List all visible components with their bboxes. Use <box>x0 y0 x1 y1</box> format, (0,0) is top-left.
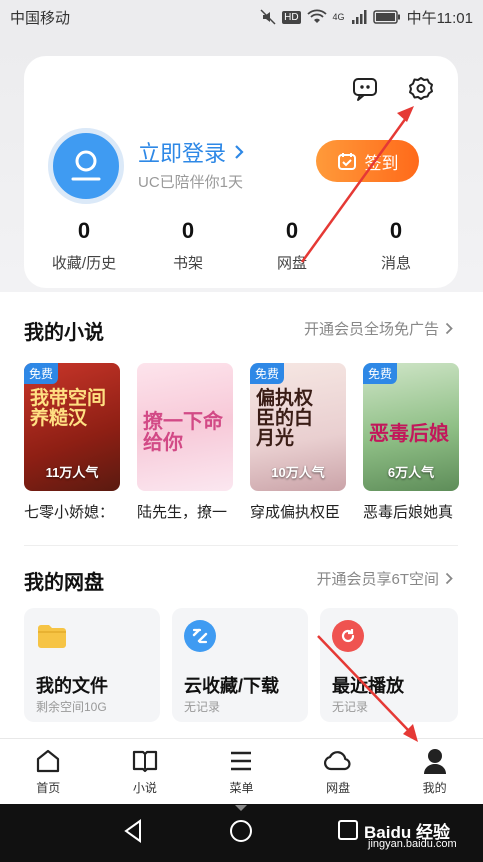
carrier-label: 中国移动 <box>10 9 71 27</box>
book-title: 陆先生，撩一 <box>137 504 228 521</box>
avatar[interactable] <box>48 128 124 204</box>
free-badge: 免费 <box>24 363 59 384</box>
home-icon <box>37 749 60 773</box>
novel-item[interactable]: 撩一下命给你 陆先生，撩一 <box>137 363 233 522</box>
cover-title-art: 恶毒后娘 <box>369 421 449 445</box>
section-divider <box>24 545 458 546</box>
novels-vip-label: 开通会员全场免广告 <box>303 321 439 338</box>
tab-menu[interactable]: 菜单 <box>193 739 290 804</box>
book-cover: 恶毒后娘 免费 6万人气 <box>363 363 459 491</box>
cloud-vip-link[interactable]: 开通会员享6T空间 <box>316 568 453 589</box>
novel-item[interactable]: 我带空间养糙汉 免费 11万人气 七零小娇媳： <box>24 363 120 522</box>
popularity-label: 6万人气 <box>387 465 435 480</box>
cloud-download-icon <box>184 620 216 652</box>
novels-section-title: 我的小说 <box>24 322 104 344</box>
tab-label: 网盘 <box>326 781 351 795</box>
stat-value: 0 <box>285 218 299 243</box>
tab-label: 我的 <box>422 781 447 795</box>
signal-icon <box>351 10 367 24</box>
stat-value: 0 <box>389 218 403 243</box>
hd-badge: HD <box>282 10 301 24</box>
chevron-right-icon <box>235 145 244 159</box>
login-link[interactable]: 立即登录 <box>138 136 244 168</box>
cover-title-art: 撩一下命给你 <box>143 409 223 454</box>
cover-title-art: 偏执权臣的白月光 <box>256 387 314 449</box>
free-badge: 免费 <box>363 363 398 384</box>
settings-gear-icon[interactable] <box>406 74 436 104</box>
book-title: 穿成偏执权臣 <box>250 504 341 521</box>
book-title: 七零小娇媳： <box>24 504 115 521</box>
tab-cloud[interactable]: 网盘 <box>290 739 387 804</box>
popularity-label: 10万人气 <box>271 465 325 480</box>
recents-icon[interactable] <box>336 818 360 842</box>
clock: 中午11:01 <box>406 9 473 27</box>
recent-play-tile[interactable]: 最近播放 无记录 <box>320 608 458 722</box>
stat-bookshelf[interactable]: 0 书架 <box>138 218 238 273</box>
stat-label: 网盘 <box>276 255 307 272</box>
battery-icon <box>372 10 400 24</box>
stat-value: 0 <box>181 218 195 243</box>
checkin-button[interactable]: 签到 <box>316 140 419 182</box>
cloud-section-title: 我的网盘 <box>24 572 104 594</box>
stat-favorites[interactable]: 0 收藏/历史 <box>34 218 134 273</box>
stat-label: 书架 <box>172 255 203 272</box>
tile-subtitle: 无记录 <box>332 700 369 714</box>
network-type: 4G <box>332 12 345 22</box>
tile-title: 我的文件 <box>36 676 108 696</box>
message-icon[interactable] <box>350 74 380 104</box>
calendar-check-icon <box>337 153 356 170</box>
tile-subtitle: 剩余空间10G <box>36 700 107 714</box>
profile-card: 立即登录 UC已陪伴你1天 签到 0 收藏/历史 0 书架 0 网盘 0 消息 <box>24 56 458 288</box>
companion-days: UC已陪伴你1天 <box>138 174 244 191</box>
stat-label: 消息 <box>380 255 411 272</box>
tab-label: 菜单 <box>229 781 254 795</box>
stat-label: 收藏/历史 <box>51 255 117 272</box>
menu-icon <box>231 751 252 771</box>
tile-title: 最近播放 <box>332 676 404 696</box>
stat-cloud-disk[interactable]: 0 网盘 <box>242 218 342 273</box>
back-icon[interactable] <box>122 818 144 844</box>
stat-value: 0 <box>77 218 91 243</box>
watermark-url: jingyan.baidu.com <box>368 838 457 850</box>
chevron-right-icon <box>445 322 453 335</box>
cover-title-art: 我带空间养糙汉 <box>30 387 107 429</box>
tab-novels[interactable]: 小说 <box>97 739 194 804</box>
tab-label: 首页 <box>36 781 61 795</box>
novel-item[interactable]: 偏执权臣的白月光 免费 10万人气 穿成偏执权臣 <box>250 363 346 522</box>
replay-icon <box>332 620 364 652</box>
cloud-download-tile[interactable]: 云收藏/下载 无记录 <box>172 608 308 722</box>
folder-icon <box>36 620 68 652</box>
home-circle-icon[interactable] <box>228 818 254 844</box>
chevron-right-icon <box>445 572 453 585</box>
book-title: 恶毒后娘她真 <box>363 504 454 521</box>
bottom-tab-bar: 首页 小说 菜单 网盘 我的 <box>0 738 483 804</box>
book-cover: 我带空间养糙汉 免费 11万人气 <box>24 363 120 491</box>
free-badge: 免费 <box>250 363 285 384</box>
tab-label: 小说 <box>132 781 157 795</box>
tab-me[interactable]: 我的 <box>386 739 483 804</box>
stat-messages[interactable]: 0 消息 <box>346 218 446 273</box>
novel-item[interactable]: 恶毒后娘 免费 6万人气 恶毒后娘她真 <box>363 363 459 522</box>
checkin-label: 签到 <box>364 153 399 173</box>
user-avatar-icon <box>71 150 101 181</box>
wifi-icon <box>306 9 327 23</box>
book-icon <box>132 750 157 773</box>
tab-home[interactable]: 首页 <box>0 739 97 804</box>
tile-subtitle: 无记录 <box>184 700 221 714</box>
popularity-label: 11万人气 <box>45 465 99 480</box>
status-bar: 中国移动 HD 4G 中午11:01 <box>0 0 483 34</box>
person-icon <box>423 749 446 774</box>
book-cover: 撩一下命给你 <box>137 363 233 491</box>
chevron-down-icon[interactable] <box>234 804 248 812</box>
tile-title: 云收藏/下载 <box>184 676 280 696</box>
status-icons: HD 4G 中午11:01 <box>260 7 473 28</box>
mute-icon <box>260 9 276 25</box>
cloud-icon <box>324 751 351 771</box>
book-cover: 偏执权臣的白月光 免费 10万人气 <box>250 363 346 491</box>
login-label: 立即登录 <box>138 141 227 166</box>
cloud-vip-label: 开通会员享6T空间 <box>316 571 439 588</box>
my-files-tile[interactable]: 我的文件 剩余空间10G <box>24 608 160 722</box>
novels-vip-link[interactable]: 开通会员全场免广告 <box>304 318 453 339</box>
